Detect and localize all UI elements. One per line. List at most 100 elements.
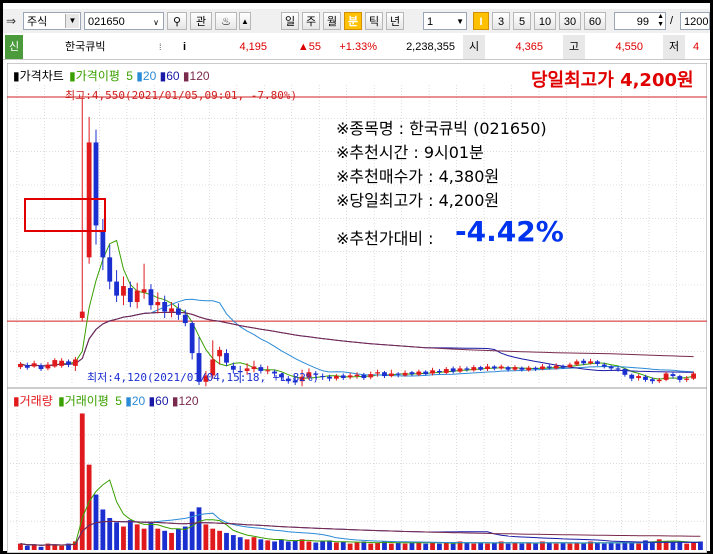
- magnifier-icon: ⚲: [172, 16, 182, 28]
- volume-bar: [478, 542, 484, 550]
- volume-bar: [333, 542, 339, 550]
- interval-value: 1: [427, 16, 434, 28]
- volume-bar: [121, 526, 126, 550]
- stock-code-input[interactable]: 021650 ∨: [84, 12, 164, 30]
- candle-body: [52, 360, 58, 367]
- day-high-note: ※당일최고가 : 4,200원: [336, 191, 500, 210]
- volume-bar: [636, 543, 642, 550]
- volume-bar: [491, 542, 497, 550]
- volume-bar: [615, 543, 621, 550]
- volume-bar: [450, 543, 456, 550]
- candle-body: [375, 372, 381, 374]
- volume-bar: [409, 542, 415, 550]
- quote-bar: 신 한국큐빅 ⁞ i 4,195 ▲55 +1.33% 2,238,355 시 …: [3, 35, 710, 60]
- volume-bar: [656, 539, 662, 550]
- candle-body: [437, 370, 442, 373]
- dropdown-dots-icon[interactable]: ⁞: [159, 35, 169, 59]
- volume-bar: [114, 522, 119, 550]
- chevron-down-icon: ▼: [65, 14, 79, 28]
- candle-body: [416, 371, 422, 375]
- stock-name-note: ※종목명 : 한국큐빅 (021650): [336, 119, 547, 138]
- volume-bar: [629, 542, 635, 550]
- volume-bar: [546, 542, 552, 550]
- price-change: ▲55: [297, 41, 321, 53]
- search-button[interactable]: ⚲: [167, 12, 187, 30]
- volume-bar: [86, 464, 92, 550]
- volume-bar: [340, 541, 346, 550]
- volume-bar: [148, 522, 154, 550]
- candle-body: [100, 231, 106, 258]
- ma120-label: 120: [189, 69, 210, 83]
- candle-body: [395, 373, 401, 375]
- updown-button[interactable]: ▲: [239, 12, 251, 30]
- minute-60-button[interactable]: 60: [584, 12, 606, 30]
- volume-bar: [485, 543, 490, 550]
- period-month[interactable]: 월: [323, 12, 341, 30]
- candle-body: [656, 379, 662, 382]
- market-select[interactable]: 주식 ▼: [23, 12, 81, 30]
- volume-bar: [567, 543, 573, 550]
- candle-body: [608, 366, 614, 369]
- candle-body: [141, 289, 147, 293]
- volume-bar: [464, 542, 470, 550]
- vol-ma5-label: 5: [115, 394, 122, 408]
- volume-bar: [430, 542, 435, 550]
- candle-body: [127, 287, 133, 303]
- volume-bar: [134, 524, 140, 550]
- gwan-button[interactable]: 관: [190, 12, 212, 30]
- candle-body: [217, 349, 223, 357]
- minute-30-button[interactable]: 30: [559, 12, 581, 30]
- volume-bar: [505, 543, 511, 550]
- volume-bar: [691, 542, 696, 550]
- minute-3-button[interactable]: 3: [492, 12, 510, 30]
- volume-bar: [155, 528, 161, 550]
- total-count-value: 1200: [684, 16, 709, 28]
- period-minute[interactable]: 분: [344, 12, 362, 30]
- candle-body: [684, 378, 690, 380]
- candle-body: [430, 370, 435, 374]
- candle-body: [519, 367, 525, 370]
- candle-body: [340, 375, 346, 378]
- minute-10-button[interactable]: 10: [534, 12, 556, 30]
- candle-body: [464, 368, 470, 370]
- count-stepper[interactable]: 99 ▲ ▼: [614, 12, 666, 30]
- period-day[interactable]: 일: [281, 12, 299, 30]
- period-year[interactable]: 년: [386, 12, 404, 30]
- volume-bar: [265, 540, 271, 550]
- trade-volume: 2,238,355: [406, 41, 455, 53]
- interval-marker-button[interactable]: I: [473, 12, 489, 30]
- volume-bar: [24, 545, 30, 550]
- volume-bar: [38, 546, 44, 550]
- candle-body: [45, 364, 51, 369]
- volume-chart: [7, 388, 707, 553]
- candle-body: [622, 369, 628, 375]
- candle-body: [574, 361, 580, 365]
- period-week[interactable]: 주: [302, 12, 320, 30]
- candle-body: [560, 365, 566, 368]
- candle-body: [333, 376, 339, 379]
- candle-body: [354, 374, 360, 377]
- interval-select[interactable]: 1 ▼: [423, 12, 467, 30]
- candle-body: [388, 373, 394, 377]
- nav-arrow-icon[interactable]: ⇒: [6, 12, 22, 30]
- chevron-down-icon: ∨: [153, 18, 159, 27]
- info-icon[interactable]: i: [183, 35, 193, 59]
- total-count-field[interactable]: 1200: [680, 12, 710, 30]
- recommend-time-note: ※추천시간 : 9시01분: [336, 143, 484, 162]
- credit-badge: 신: [5, 35, 23, 59]
- stepper-arrows-icon: ▲ ▼: [657, 13, 664, 28]
- bell-button[interactable]: ♨: [215, 12, 237, 30]
- minute-5-button[interactable]: 5: [513, 12, 531, 30]
- candle-body: [134, 290, 140, 303]
- candle-body: [663, 373, 669, 380]
- count-separator: /: [670, 15, 674, 27]
- candle-body: [457, 368, 463, 372]
- volume-bar: [141, 528, 147, 550]
- candle-body: [443, 369, 449, 373]
- count-value: 99: [636, 16, 649, 28]
- volume-bar: [272, 541, 277, 550]
- open-price: 4,365: [515, 41, 543, 53]
- period-tick[interactable]: 틱: [365, 12, 383, 30]
- volume-bar: [437, 543, 442, 550]
- chart-window: ⇒ 주식 ▼ 021650 ∨ ⚲ 관 ♨ ▲ 일 주 월 분 틱 년 1 ▼ I 3…: [0, 0, 713, 554]
